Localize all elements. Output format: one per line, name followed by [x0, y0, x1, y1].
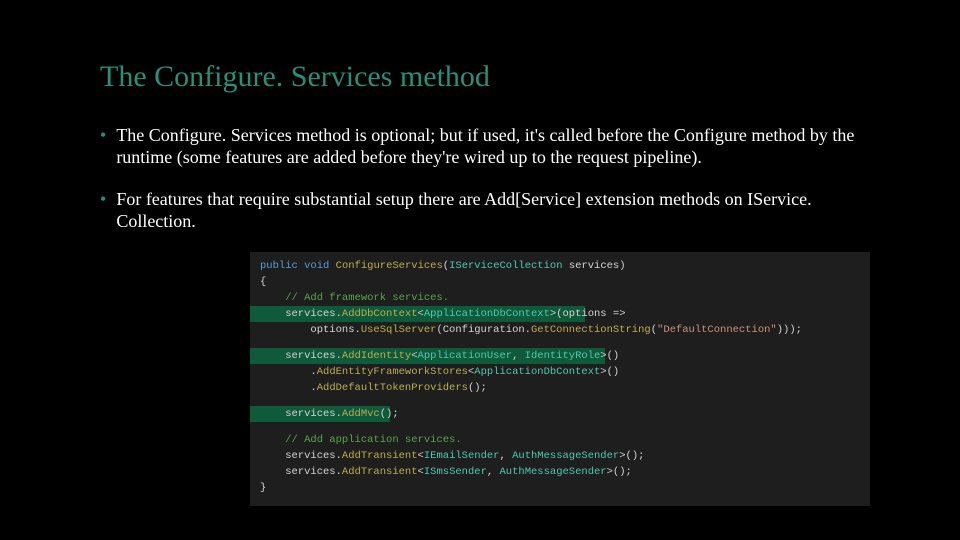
code-line: .AddDefaultTokenProviders(); [260, 380, 860, 396]
code-line: services.AddDbContext<ApplicationDbConte… [260, 306, 860, 322]
code-line: services.AddMvc(); [260, 406, 860, 422]
code-line: services.AddTransient<ISmsSender, AuthMe… [260, 464, 860, 480]
bullet-item: • For features that require substantial … [100, 188, 860, 232]
code-line: options.UseSqlServer(Configuration.GetCo… [260, 322, 860, 338]
code-line: .AddEntityFrameworkStores<ApplicationDbC… [260, 364, 860, 380]
code-line: services.AddTransient<IEmailSender, Auth… [260, 448, 860, 464]
slide: The Configure. Services method • The Con… [0, 0, 960, 526]
code-line: { [260, 274, 860, 290]
bullet-item: • The Configure. Services method is opti… [100, 124, 860, 168]
code-line: // Add framework services. [260, 290, 860, 306]
code-line: // Add application services. [260, 432, 860, 448]
bullet-text: For features that require substantial se… [116, 188, 860, 232]
code-block: public void ConfigureServices(IServiceCo… [250, 252, 870, 506]
code-line: } [260, 480, 860, 496]
bullet-dot-icon: • [100, 188, 106, 210]
slide-title: The Configure. Services method [100, 60, 860, 94]
code-line: public void ConfigureServices(IServiceCo… [260, 258, 860, 274]
bullet-text: The Configure. Services method is option… [116, 124, 860, 168]
code-line: services.AddIdentity<ApplicationUser, Id… [260, 348, 860, 364]
bullet-dot-icon: • [100, 124, 106, 146]
